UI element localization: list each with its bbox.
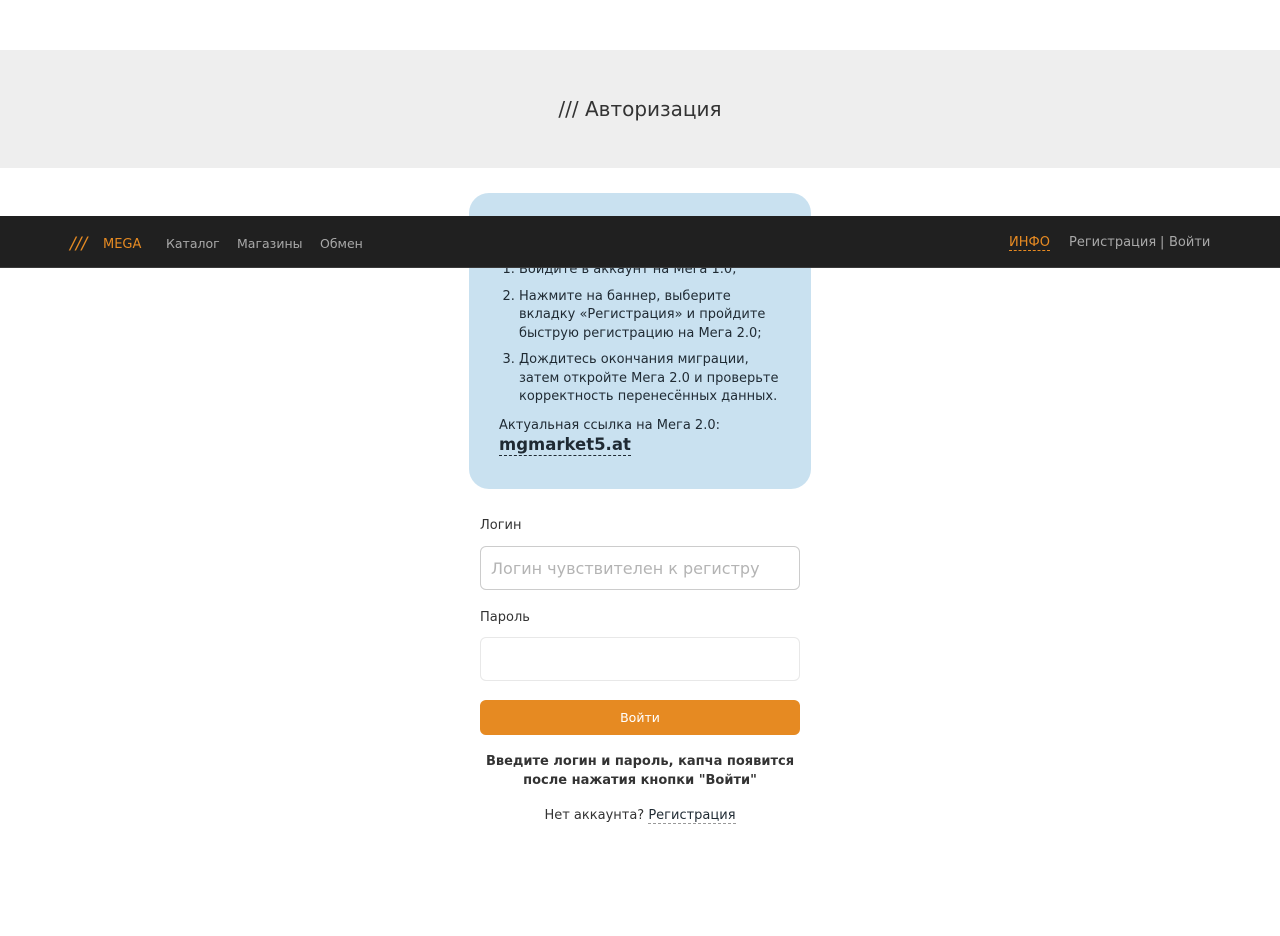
login-label: Логин [480, 518, 522, 533]
password-input[interactable] [480, 637, 800, 681]
logo-icon[interactable]: /// [70, 234, 87, 254]
nav-item-exchange[interactable]: Обмен [320, 236, 363, 251]
nav-separator: | [1160, 235, 1165, 250]
page-title: /// Авторизация [558, 97, 722, 121]
login-submit-button[interactable]: Войти [480, 700, 800, 735]
mirror-link-label: Актуальная ссылка на Мега 2.0: [499, 417, 720, 433]
migration-step-2: Нажмите на баннер, выберите вкладку «Рег… [519, 288, 781, 344]
nav-login-link[interactable]: Войти [1169, 235, 1210, 250]
password-label: Пароль [480, 610, 530, 625]
signup-link[interactable]: Регистрация [648, 808, 736, 824]
nav-info-link[interactable]: ИНФО [1009, 235, 1050, 251]
page-header: /// Авторизация [0, 50, 1280, 168]
top-navbar: /// MEGA Каталог Магазины Обмен ИНФО Рег… [0, 216, 1280, 268]
nav-item-catalog[interactable]: Каталог [166, 236, 220, 251]
login-input[interactable] [480, 546, 800, 590]
migration-step-3: Дождитесь окончания миграции, затем откр… [519, 351, 781, 407]
no-account-text: Нет аккаунта? [544, 808, 645, 823]
logo-text[interactable]: MEGA [103, 237, 141, 252]
migration-steps-list: Войдите в аккаунт на Мега 1.0; Нажмите н… [499, 261, 781, 407]
nav-item-shops[interactable]: Магазины [237, 236, 303, 251]
signup-line: Нет аккаунта? Регистрация [480, 808, 800, 824]
nav-register-link[interactable]: Регистрация [1069, 235, 1156, 250]
mirror-link[interactable]: mgmarket5.at [499, 435, 631, 456]
login-form: Логин Пароль Войти Введите логин и парол… [480, 518, 800, 824]
captcha-hint: Введите логин и пароль, капча появится п… [485, 754, 795, 788]
